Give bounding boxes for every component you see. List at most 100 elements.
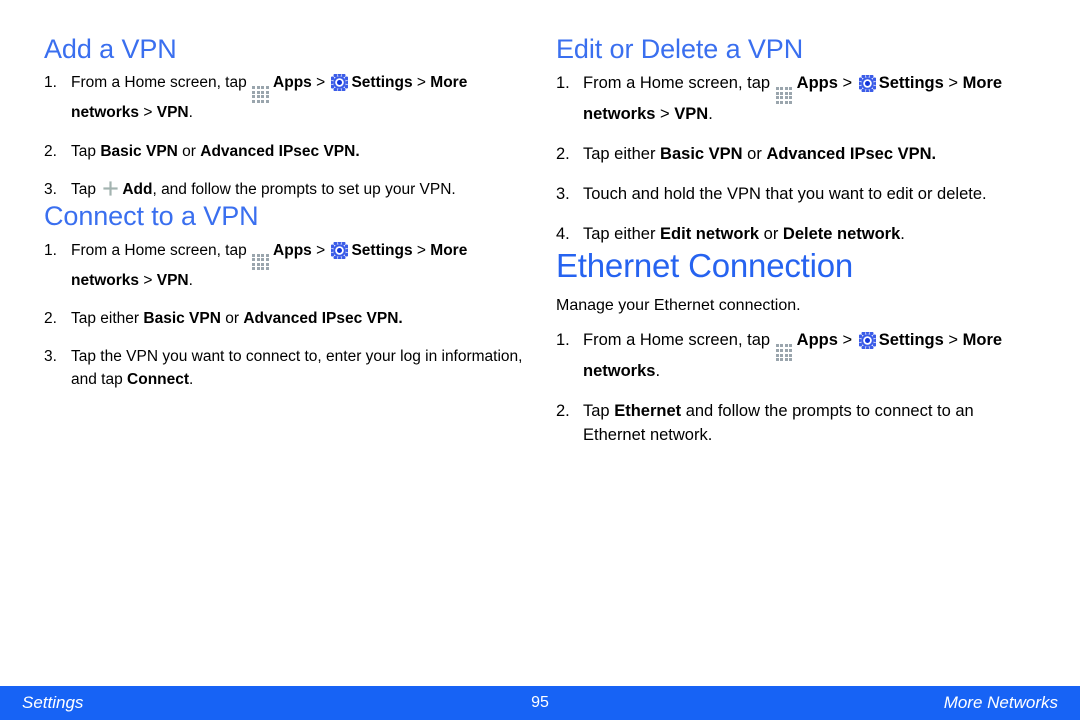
step-item: 2. Tap Basic VPN or Advanced IPsec VPN. — [44, 141, 524, 163]
step-list: 1. From a Home screen, tap Apps > Setting… — [44, 240, 524, 392]
step-text: Tap — [71, 142, 101, 160]
step-emphasis: VPN — [674, 105, 709, 124]
step-number: 1. — [44, 74, 57, 92]
plus-add-icon — [102, 180, 119, 197]
step-emphasis: Basic VPN — [660, 144, 743, 163]
step-list: 1. From a Home screen, tap Apps > Setting… — [44, 72, 524, 201]
page-footer: Settings 95 More Networks — [0, 686, 1080, 720]
apps-grid-icon — [252, 253, 270, 271]
step-item: 2. Tap either Basic VPN or Advanced IPsec… — [44, 308, 524, 330]
step-emphasis: Settings — [351, 74, 413, 92]
step-text: . — [189, 370, 194, 388]
step-text: Tap — [71, 180, 101, 198]
settings-gear-icon — [858, 75, 876, 93]
step-text: Tap either — [71, 309, 144, 327]
step-number: 4. — [556, 224, 570, 243]
step-text: or — [220, 309, 244, 327]
step-text: . — [188, 104, 193, 122]
step-text: > — [837, 331, 857, 350]
step-text: > — [412, 241, 431, 259]
section-heading: Add a VPN — [44, 34, 177, 64]
step-emphasis: Advanced IPsec VPN. — [243, 309, 403, 327]
step-text: > — [837, 74, 857, 93]
step-emphasis: Apps — [273, 74, 312, 92]
step-text: > — [311, 241, 330, 259]
apps-grid-icon — [252, 86, 270, 103]
step-number: 2. — [44, 309, 57, 327]
step-text: . — [655, 362, 661, 381]
step-number: 1. — [556, 331, 570, 350]
manual-page: Add a VPN 1. From a Home screen, tap Apps … — [0, 0, 1080, 720]
left-column: Add a VPN 1. From a Home screen, tap Apps … — [44, 34, 524, 391]
step-emphasis: Ethernet — [614, 402, 682, 421]
apps-grid-icon — [775, 87, 794, 104]
step-item: 3. Tap Add, and follow the prompts to set… — [44, 179, 524, 201]
step-text: > — [655, 105, 675, 124]
step-text: > — [139, 104, 157, 122]
step-text: . — [708, 105, 713, 124]
step-text: Touch and hold the VPN that you want to … — [583, 184, 987, 203]
step-text: > — [412, 74, 431, 92]
step-item: 1. From a Home screen, tap Apps > Setting… — [556, 72, 1026, 127]
step-emphasis: Advanced IPsec VPN. — [200, 142, 360, 160]
step-number: 3. — [44, 180, 57, 198]
step-number: 2. — [556, 402, 570, 421]
step-item: 1. From a Home screen, tap Apps > Setting… — [44, 240, 524, 292]
step-emphasis: Advanced IPsec VPN. — [766, 144, 937, 163]
step-emphasis: Edit network — [660, 224, 760, 243]
step-emphasis: Basic VPN — [143, 309, 221, 327]
step-emphasis: Basic VPN — [100, 142, 178, 160]
chapter-heading: Ethernet Connection — [556, 246, 854, 284]
step-number: 1. — [44, 241, 57, 259]
step-emphasis: Settings — [351, 241, 413, 259]
step-text: Tap either — [583, 224, 661, 243]
step-text: Tap either — [583, 144, 661, 163]
step-emphasis: Settings — [878, 74, 944, 93]
step-list: 1. From a Home screen, tap Apps > Setting… — [556, 72, 1026, 247]
settings-gear-icon — [331, 241, 349, 259]
footer-page-number: 95 — [531, 694, 549, 711]
step-text: From a Home screen, tap — [71, 74, 252, 92]
step-number: 3. — [556, 184, 570, 203]
step-item: 4. Tap either Edit network or Delete netw… — [556, 223, 1026, 247]
right-column: Edit or Delete a VPN 1. From a Home screen… — [556, 34, 1026, 448]
step-text: From a Home screen, tap — [583, 74, 775, 93]
section-heading: Edit or Delete a VPN — [556, 34, 804, 64]
step-item: 3. Tap the VPN you want to connect to, en… — [44, 346, 524, 391]
step-item: 1. From a Home screen, tap Apps > Setting… — [44, 72, 524, 124]
page-columns: Add a VPN 1. From a Home screen, tap Apps … — [0, 0, 1080, 686]
step-emphasis: Apps — [796, 331, 838, 350]
step-emphasis: VPN — [156, 271, 189, 289]
step-emphasis: Apps — [273, 241, 312, 259]
step-text: . — [188, 271, 193, 289]
step-emphasis: Delete network — [782, 224, 901, 243]
step-text: From a Home screen, tap — [71, 241, 252, 259]
step-text: > — [311, 74, 330, 92]
step-number: 2. — [556, 144, 570, 163]
step-number: 3. — [44, 348, 57, 366]
step-text: > — [139, 271, 157, 289]
step-text: . — [900, 224, 905, 243]
settings-gear-icon — [331, 74, 349, 92]
step-emphasis: Connect — [127, 370, 190, 388]
step-text: > — [943, 74, 963, 93]
step-emphasis: VPN — [156, 104, 189, 122]
step-text: Tap — [583, 402, 615, 421]
footer-right-label: More Networks — [943, 693, 1058, 712]
step-item: 2. Tap Ethernet and follow the prompts to… — [556, 400, 1026, 448]
step-item: 2. Tap either Basic VPN or Advanced IPsec… — [556, 143, 1026, 167]
step-text: From a Home screen, tap — [583, 331, 775, 350]
step-text: or — [759, 224, 783, 243]
step-text: or — [742, 144, 767, 163]
settings-gear-icon — [858, 332, 876, 350]
step-list: 1. From a Home screen, tap Apps > Setting… — [556, 329, 1026, 448]
step-emphasis: Apps — [796, 74, 838, 93]
step-number: 1. — [556, 74, 570, 93]
step-item: 3. Touch and hold the VPN that you want t… — [556, 183, 1026, 207]
step-emphasis: Add — [122, 180, 153, 198]
step-text: , and follow the prompts to set up your … — [152, 180, 456, 198]
step-text: or — [177, 142, 201, 160]
step-text: > — [943, 331, 963, 350]
apps-grid-icon — [775, 344, 794, 362]
step-item: 1. From a Home screen, tap Apps > Setting… — [556, 329, 1026, 384]
